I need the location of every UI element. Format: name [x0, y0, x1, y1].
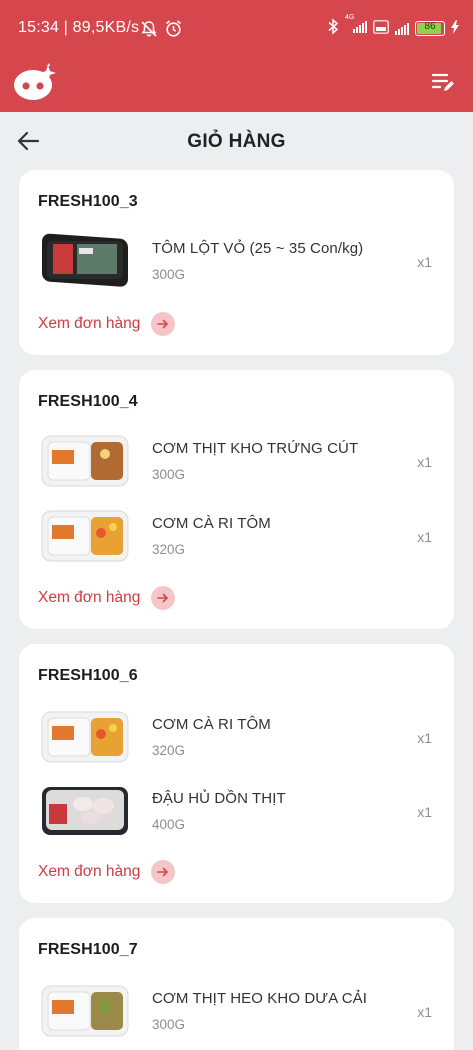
- app-bar: [0, 56, 473, 112]
- order-code: FRESH100_3: [38, 193, 138, 210]
- product-name: CƠM CÀ RI TÔM: [152, 716, 271, 733]
- order-item[interactable]: CƠM THỊT HEO KHO DƯA CẢI 300G x1: [19, 980, 454, 1044]
- view-order-link[interactable]: Xem đơn hàng: [38, 586, 176, 610]
- product-weight: 300G: [152, 467, 186, 482]
- order-item[interactable]: CƠM THỊT KHO TRỨNG CÚT 300G x1: [19, 430, 454, 494]
- order-code: FRESH100_7: [38, 941, 138, 958]
- battery-level: 86: [424, 20, 436, 32]
- arrow-right-icon: [151, 860, 176, 884]
- product-weight: 400G: [152, 817, 186, 832]
- bluetooth-icon: [327, 18, 339, 38]
- status-bar: 15:34 | 89,5KB/s 4G 86: [0, 0, 473, 56]
- product-quantity: x1: [417, 454, 432, 470]
- battery-icon: 86: [415, 20, 445, 36]
- product-quantity: x1: [417, 804, 432, 820]
- network-label: 4G: [345, 14, 355, 21]
- order-code: FRESH100_4: [38, 393, 138, 410]
- product-quantity: x1: [417, 254, 432, 270]
- product-thumbnail: [39, 507, 131, 565]
- arrow-right-icon: [151, 312, 176, 336]
- status-icons: 4G 86: [327, 14, 459, 38]
- order-card: FRESH100_4 CƠM THỊT KHO TRỨNG CÚT 300G x…: [19, 370, 454, 629]
- order-item[interactable]: CƠM CÀ RI TÔM 320G x1: [19, 505, 454, 569]
- view-order-link[interactable]: Xem đơn hàng: [38, 860, 176, 884]
- product-weight: 320G: [152, 743, 186, 758]
- volte-icon: [373, 19, 389, 37]
- product-thumbnail: [39, 782, 131, 840]
- fresh-logo-icon[interactable]: [13, 62, 57, 102]
- product-thumbnail: [39, 432, 131, 490]
- charging-icon: [451, 19, 459, 37]
- product-thumbnail: [39, 232, 131, 290]
- mute-icon: [140, 20, 158, 42]
- order-card: FRESH100_3 TÔM LỘT VỎ (25 ~ 35 Con/kg) 3…: [19, 170, 454, 355]
- product-quantity: x1: [417, 529, 432, 545]
- product-name: TÔM LỘT VỎ (25 ~ 35 Con/kg): [152, 240, 364, 257]
- order-code: FRESH100_6: [38, 667, 138, 684]
- order-item[interactable]: ĐẬU HỦ DỒN THỊT 400G x1: [19, 780, 454, 844]
- product-weight: 300G: [152, 1017, 186, 1032]
- page-title: GIỎ HÀNG: [187, 131, 286, 152]
- arrow-right-icon: [151, 586, 176, 610]
- product-name: CƠM CÀ RI TÔM: [152, 515, 271, 532]
- product-weight: 300G: [152, 267, 186, 282]
- order-item[interactable]: CƠM CÀ RI TÔM 320G x1: [19, 706, 454, 770]
- product-name: CƠM THỊT HEO KHO DƯA CẢI: [152, 990, 368, 1007]
- status-time: 15:34 | 89,5KB/s: [18, 19, 140, 36]
- view-order-link[interactable]: Xem đơn hàng: [38, 312, 176, 336]
- product-thumbnail: [39, 708, 131, 766]
- signal-icon-2: [395, 22, 409, 35]
- signal-icon: 4G: [345, 14, 367, 36]
- product-name: ĐẬU HỦ DỒN THỊT: [152, 790, 286, 807]
- alarm-icon: [164, 19, 183, 42]
- view-order-label: Xem đơn hàng: [38, 589, 141, 606]
- edit-list-icon[interactable]: [431, 71, 455, 95]
- order-card: FRESH100_7 CƠM THỊT HEO KHO DƯA CẢI 300G…: [19, 918, 454, 1050]
- product-quantity: x1: [417, 1004, 432, 1020]
- view-order-label: Xem đơn hàng: [38, 863, 141, 880]
- product-quantity: x1: [417, 730, 432, 746]
- view-order-label: Xem đơn hàng: [38, 315, 141, 332]
- product-thumbnail: [39, 982, 131, 1040]
- title-bar: GIỎ HÀNG: [0, 112, 473, 170]
- order-card: FRESH100_6 CƠM CÀ RI TÔM 320G x1 ĐẬU HỦ …: [19, 644, 454, 903]
- product-weight: 320G: [152, 542, 186, 557]
- order-item[interactable]: TÔM LỘT VỎ (25 ~ 35 Con/kg) 300G x1: [19, 230, 454, 294]
- product-name: CƠM THỊT KHO TRỨNG CÚT: [152, 440, 359, 457]
